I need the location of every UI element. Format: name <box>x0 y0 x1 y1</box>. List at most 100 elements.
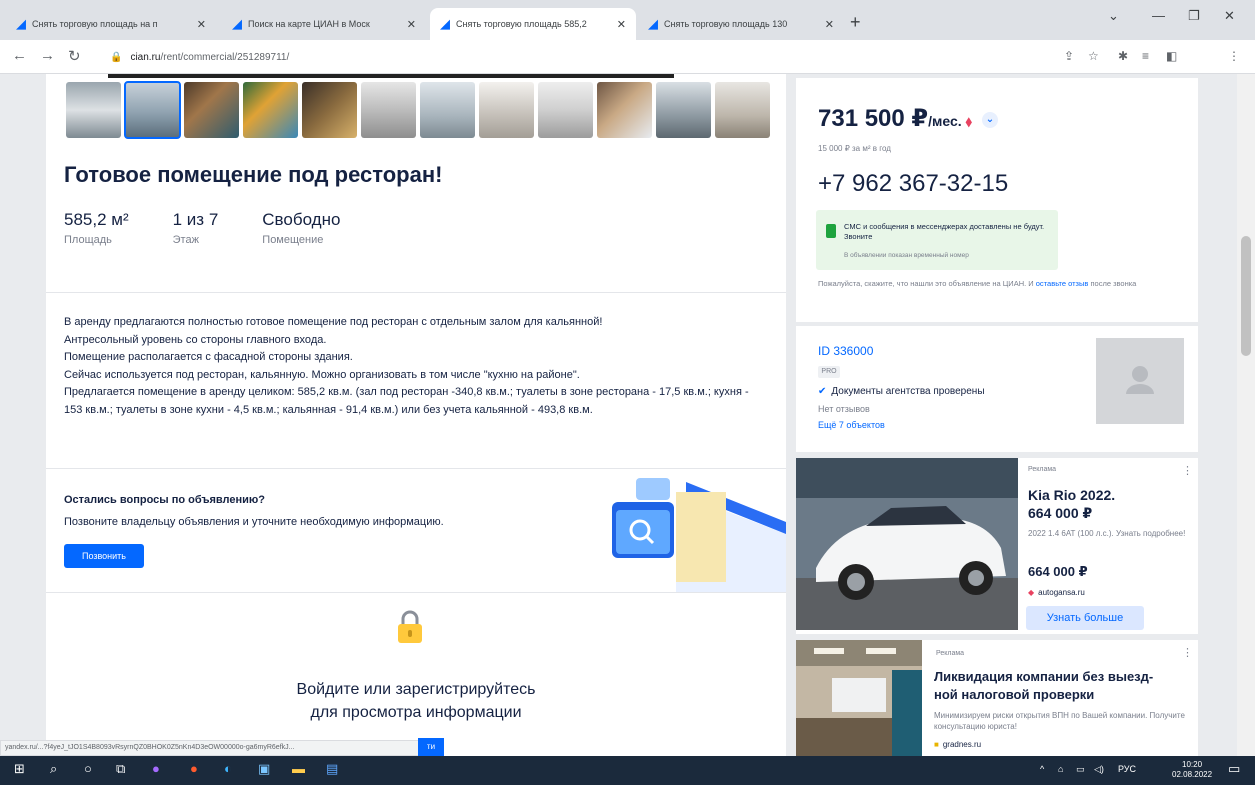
divider <box>46 592 786 593</box>
edge-icon[interactable]: ◐ <box>224 761 232 776</box>
leave-review-link[interactable]: оставьте отзыв <box>1036 279 1089 288</box>
close-icon[interactable]: ✕ <box>825 18 834 31</box>
more-objects-link[interactable]: Ещё 7 объектов <box>818 420 885 430</box>
ad-office-image[interactable] <box>796 640 922 756</box>
photo-thumbnail[interactable] <box>66 82 121 138</box>
cortana-icon[interactable]: ○ <box>84 761 92 776</box>
scrollbar-thumb[interactable] <box>1241 236 1251 356</box>
listing-description: В аренду предлагаются полностью готовое … <box>64 314 764 419</box>
close-window-icon[interactable]: ✕ <box>1224 8 1235 24</box>
file-explorer-icon[interactable]: ▬ <box>292 761 305 776</box>
forward-icon[interactable]: → <box>40 47 55 64</box>
photo-thumbnail[interactable] <box>243 82 298 138</box>
ad-card-liquidation[interactable]: Реклама ⋮ Ликвидация компании без выезд-… <box>796 640 1198 756</box>
source-logo-icon: ◆ <box>1028 588 1035 597</box>
ad-card-kia[interactable]: Реклама ⋮ Kia Rio 2022. 664 000 ₽ 2022 1… <box>796 458 1198 634</box>
call-button[interactable]: Позвонить <box>64 544 144 568</box>
photo-thumbnail[interactable] <box>538 82 593 138</box>
photo-thumbnail[interactable] <box>361 82 416 138</box>
restore-icon[interactable]: ❐ <box>1188 8 1200 24</box>
network-icon[interactable]: ⌂ <box>1058 764 1063 774</box>
back-icon[interactable]: ← <box>12 47 27 64</box>
tab-search-icon[interactable]: ⌄ <box>1108 8 1119 24</box>
phone-number[interactable]: +7 962 367-32-15 <box>818 170 1008 198</box>
reading-list-icon[interactable]: ≡ <box>1142 49 1149 63</box>
photo-thumbnail[interactable] <box>420 82 475 138</box>
input-language[interactable]: РУС <box>1118 764 1136 774</box>
yandex-browser-icon[interactable]: ● <box>190 761 198 776</box>
ad-title-line: Ликвидация компании без выезд- <box>934 669 1154 684</box>
lock-icon[interactable]: 🔒 <box>110 52 122 63</box>
sms-notice-box: СМС и сообщения в мессенджерах доставлен… <box>816 210 1058 270</box>
listing-title: Готовое помещение под ресторан! <box>64 162 443 187</box>
photo-thumbnail[interactable] <box>184 82 239 138</box>
fact-value: Свободно <box>262 210 341 229</box>
agent-avatar[interactable] <box>1096 338 1184 424</box>
price-dropdown-icon[interactable]: ⌄ <box>981 111 998 128</box>
learn-more-button[interactable]: Узнать больше <box>1026 606 1144 630</box>
ad-title[interactable]: Ликвидация компании без выезд- ной налог… <box>934 668 1153 704</box>
tab-title: Поиск на карте ЦИАН в Моск <box>248 19 370 29</box>
url-host: cian.ru <box>130 51 161 63</box>
photo-thumbnail[interactable] <box>597 82 652 138</box>
photo-thumbnail[interactable] <box>479 82 534 138</box>
tab-4[interactable]: ◢ Снять торговую площадь 130 ✕ <box>638 8 844 40</box>
partially-hidden-button[interactable]: ти <box>418 738 444 756</box>
reload-icon[interactable]: ↻ <box>68 47 81 65</box>
page-scrollbar[interactable] <box>1237 74 1255 756</box>
page-content: Готовое помещение под ресторан! 585,2 м²… <box>0 74 1255 756</box>
tab-3-active[interactable]: ◢ Снять торговую площадь 585,2 ✕ <box>430 8 636 40</box>
url-input[interactable]: 🔒 cian.ru /rent/commercial/251289711/ <box>98 46 998 68</box>
fact-value: 585,2 м² <box>64 210 129 229</box>
tray-chevron-icon[interactable]: ^ <box>1040 764 1044 774</box>
listing-sidebar: 731 500 ₽/мес. ⬧ ⌄ 15 000 ₽ за м² в год +7… <box>796 74 1198 756</box>
minimize-icon[interactable]: — <box>1152 8 1165 23</box>
agent-card: ID 336000 PRO ✔ Документы агентства прове… <box>796 326 1198 452</box>
close-icon[interactable]: ✕ <box>197 18 206 31</box>
divider <box>46 468 786 469</box>
cian-logo-icon: ◢ <box>16 16 26 31</box>
side-panel-icon[interactable]: ◧ <box>1166 49 1177 63</box>
browser-tab-bar: ◢ Снять торговую площадь на п ✕ ◢ Поиск … <box>0 0 1255 40</box>
questions-text: Позвоните владельцу объявления и уточнит… <box>64 516 444 528</box>
photo-thumbnail[interactable] <box>656 82 711 138</box>
task-view-icon[interactable]: ⧉ <box>116 761 125 777</box>
word-icon[interactable]: ▤ <box>326 761 338 777</box>
tab-1[interactable]: ◢ Снять торговую площадь на п ✕ <box>6 8 216 40</box>
tab-title: Снять торговую площадь на п <box>32 19 158 29</box>
search-icon[interactable]: ⌕ <box>50 761 57 777</box>
review-request: Пожалуйста, скажите, что нашли это объяв… <box>818 278 1178 289</box>
share-icon[interactable]: ⇪ <box>1064 49 1074 63</box>
store-icon[interactable]: ▣ <box>258 761 270 777</box>
fact-area: 585,2 м² Площадь <box>64 210 129 246</box>
ad-source[interactable]: ◆ autogansa.ru <box>1028 588 1085 597</box>
photo-thumbnail-selected[interactable] <box>124 81 181 139</box>
ad-title[interactable]: Kia Rio 2022. 664 000 ₽ <box>1028 486 1115 522</box>
menu-dots-icon[interactable]: ⋮ <box>1228 49 1240 63</box>
tab-title: Снять торговую площадь 130 <box>664 19 788 29</box>
tab-2[interactable]: ◢ Поиск на карте ЦИАН в Моск ✕ <box>222 8 426 40</box>
volume-icon[interactable]: ◁) <box>1094 764 1104 775</box>
price-change-arrow-icon[interactable]: ⬧ <box>966 113 972 129</box>
more-dots-icon[interactable]: ⋮ <box>1182 464 1193 477</box>
more-dots-icon[interactable]: ⋮ <box>1182 646 1193 659</box>
photo-thumbnail[interactable] <box>715 82 770 138</box>
app-icon[interactable]: ● <box>152 761 160 776</box>
bookmark-star-icon[interactable]: ☆ <box>1088 49 1099 63</box>
battery-icon[interactable]: ▭ <box>1076 764 1085 775</box>
extensions-icon[interactable]: ✱ <box>1118 49 1128 63</box>
login-prompt-line: Войдите или зарегистрируйтесь <box>296 681 536 698</box>
ad-source[interactable]: ■ gradnes.ru <box>934 740 981 749</box>
close-icon[interactable]: ✕ <box>617 18 626 31</box>
windows-start-icon[interactable]: ⊞ <box>14 761 25 777</box>
agent-id-link[interactable]: ID 336000 <box>818 344 873 358</box>
new-tab-button[interactable]: + <box>850 12 861 33</box>
docs-verified: ✔ Документы агентства проверены <box>818 386 985 397</box>
photo-thumbnail[interactable] <box>302 82 357 138</box>
notifications-icon[interactable]: ▭ <box>1228 761 1240 777</box>
system-clock[interactable]: 10:20 02.08.2022 <box>1172 760 1212 780</box>
questions-title: Остались вопросы по объявлению? <box>64 494 266 506</box>
ad-car-image[interactable] <box>796 458 1018 630</box>
close-icon[interactable]: ✕ <box>407 18 416 31</box>
phone-icon <box>826 224 836 238</box>
